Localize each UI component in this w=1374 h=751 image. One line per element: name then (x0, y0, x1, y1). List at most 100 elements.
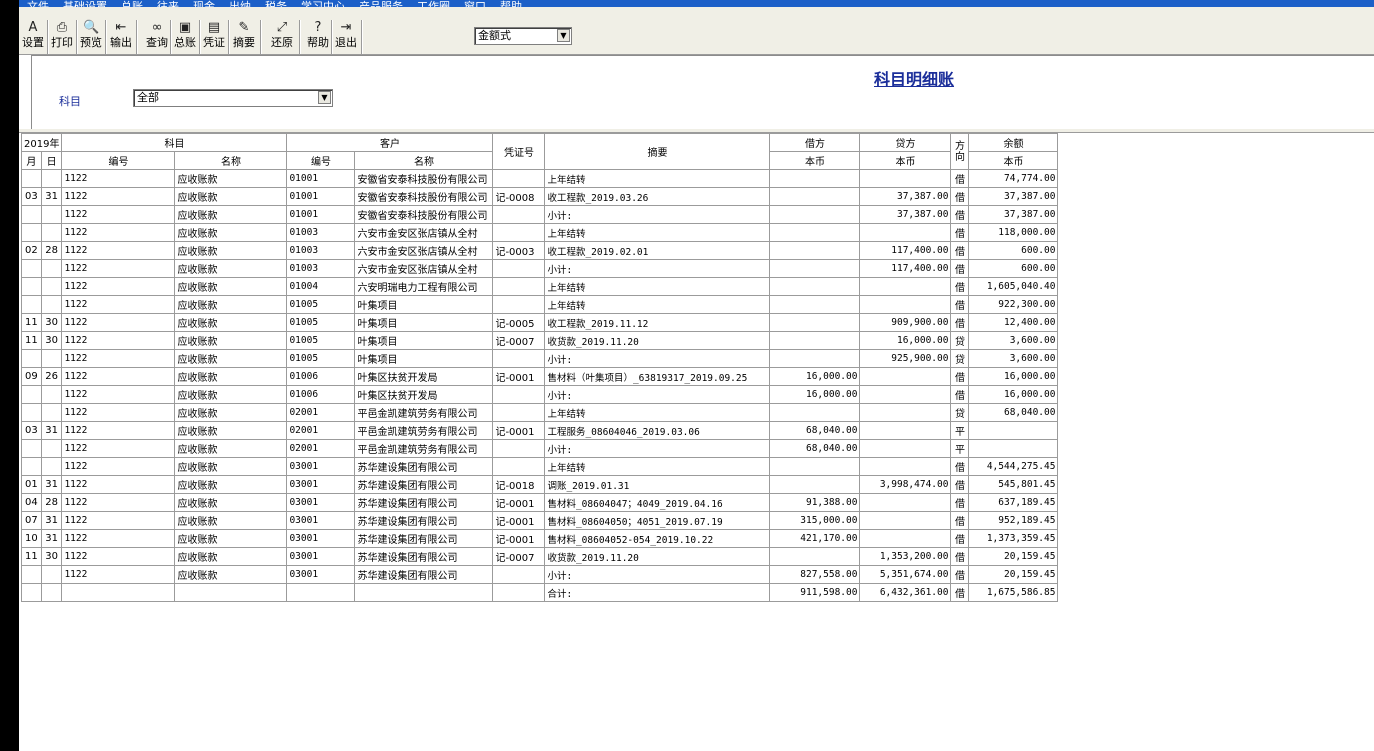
day-cell: 28 (40, 493, 63, 512)
table-row[interactable]: 1122 应收账款 01001 安徽省安泰科技股份有限公司 小计: 37,387.00 借 3… (21, 205, 1059, 224)
month-cell: 10 (21, 529, 42, 548)
ledger-book-icon: ▣ (178, 20, 192, 35)
table-row[interactable]: 09 26 1122 应收账款 01006 叶集区扶贫开发局 记-0001 售材料（叶集项目）… (21, 367, 1059, 386)
toolbar: 金额式 ▼ A 设置 ⎙ 打印 🔍 预览 ⇤ 输出 ∞ 查询 ▣ 总账 ▤ 凭证 ✎ 摘要 ⤢ 还原? 帮助 ⇥ 退出 (19, 7, 1374, 55)
summary-cell: 小计: (544, 385, 771, 404)
table-row[interactable]: 01 31 1122 应收账款 03001 苏华建设集团有限公司 记-0018 调账_2019… (21, 475, 1059, 494)
customer-name-cell: 六安明瑞电力工程有限公司 (354, 277, 494, 296)
debit-cell (769, 403, 861, 422)
balance-cell: 1,373,359.45 (968, 529, 1059, 548)
table-row[interactable]: 1122 应收账款 01006 叶集区扶贫开发局 小计: 16,000.00 借 16,000… (21, 385, 1059, 404)
table-row[interactable]: 07 31 1122 应收账款 03001 苏华建设集团有限公司 记-0001 售材料_086… (21, 511, 1059, 530)
credit-cell (859, 493, 952, 512)
toolbar-separator (170, 20, 172, 54)
format-select[interactable]: 金额式 ▼ (474, 27, 572, 45)
customer-code-cell: 02001 (286, 421, 356, 440)
chevron-down-icon[interactable]: ▼ (318, 91, 331, 104)
month-cell (21, 277, 42, 296)
toolbar-button-7[interactable]: ✎ 摘要 (230, 20, 258, 54)
voucher-cell (492, 403, 546, 422)
direction-cell: 借 (950, 565, 970, 584)
table-row[interactable]: 1122 应收账款 01003 六安市金安区张店镇从全村 上年结转 借 118,000.00 (21, 223, 1059, 242)
toolbar-button-5[interactable]: ▣ 总账 (172, 20, 198, 54)
customer-code-cell: 01005 (286, 313, 356, 332)
window-left-edge (0, 0, 19, 751)
toolbar-button-9[interactable]: ? 帮助 (305, 20, 331, 54)
customer-code-cell: 01003 (286, 223, 356, 242)
toolbar-button-2[interactable]: 🔍 预览 (78, 20, 104, 54)
debit-cell: 91,388.00 (769, 493, 861, 512)
credit-cell: 3,998,474.00 (859, 475, 952, 494)
table-row[interactable]: 1122 应收账款 01005 叶集项目 上年结转 借 922,300.00 (21, 295, 1059, 314)
table-row[interactable]: 03 31 1122 应收账款 01001 安徽省安泰科技股份有限公司 记-0008 收工程款… (21, 187, 1059, 206)
table-row[interactable]: 04 28 1122 应收账款 03001 苏华建设集团有限公司 记-0001 售材料_086… (21, 493, 1059, 512)
credit-cell: 117,400.00 (859, 241, 952, 260)
table-row[interactable]: 02 28 1122 应收账款 01003 六安市金安区张店镇从全村 记-0003 收工程款_… (21, 241, 1059, 260)
table-row[interactable]: 11 30 1122 应收账款 03001 苏华建设集团有限公司 记-0007 收货款_201… (21, 547, 1059, 566)
table-row[interactable]: 1122 应收账款 02001 平邑金凯建筑劳务有限公司 小计: 68,040.00 平 (21, 439, 1059, 458)
month-cell (21, 169, 42, 188)
table-row[interactable]: 10 31 1122 应收账款 03001 苏华建设集团有限公司 记-0001 售材料_086… (21, 529, 1059, 548)
month-cell (21, 223, 42, 242)
subject-code-cell: 1122 (61, 457, 176, 476)
balance-cell: 37,387.00 (968, 187, 1059, 206)
table-row[interactable]: 1122 应收账款 03001 苏华建设集团有限公司 小计: 827,558.00 5,35… (21, 565, 1059, 584)
toolbar-button-4[interactable]: ∞ 查询 (144, 20, 170, 54)
table-row[interactable]: 1122 应收账款 01003 六安市金安区张店镇从全村 小计: 117,400.00 借 6… (21, 259, 1059, 278)
toolbar-button-label: 凭证 (203, 36, 225, 49)
balance-cell: 16,000.00 (968, 385, 1059, 404)
credit-cell: 925,900.00 (859, 349, 952, 368)
voucher-cell: 记-0001 (492, 421, 546, 440)
table-row[interactable]: 1122 应收账款 02001 平邑金凯建筑劳务有限公司 上年结转 贷 68,040.00 (21, 403, 1059, 422)
customer-code-cell: 01006 (286, 385, 356, 404)
table-row[interactable]: 1122 应收账款 01001 安徽省安泰科技股份有限公司 上年结转 借 74,774.00 (21, 169, 1059, 188)
toolbar-button-3[interactable]: ⇤ 输出 (107, 20, 135, 54)
table-row[interactable]: 合计: 911,598.00 6,432,361.00 借 1,675,586.85 (21, 583, 1059, 602)
day-cell (40, 565, 63, 584)
table-row[interactable]: 11 30 1122 应收账款 01005 叶集项目 记-0007 收货款_2019.11.2… (21, 331, 1059, 350)
credit-header: 贷方 (859, 133, 952, 152)
customer-code-cell: 03001 (286, 493, 356, 512)
subject-code-cell: 1122 (61, 259, 176, 278)
day-cell (40, 583, 63, 602)
toolbar-button-6[interactable]: ▤ 凭证 (201, 20, 227, 54)
day-cell: 31 (40, 475, 63, 494)
customer-code-cell: 01001 (286, 205, 356, 224)
day-cell: 30 (40, 313, 63, 332)
direction-cell: 借 (950, 241, 970, 260)
toolbar-button-0[interactable]: A 设置 (21, 20, 45, 54)
credit-cell: 37,387.00 (859, 187, 952, 206)
day-cell: 31 (40, 421, 63, 440)
toolbar-button-label: 输出 (110, 36, 132, 49)
toolbar-button-10[interactable]: ⇥ 退出 (333, 20, 359, 54)
voucher-cell: 记-0008 (492, 187, 546, 206)
chevron-down-icon[interactable]: ▼ (557, 29, 570, 42)
toolbar-button-8[interactable]: ⤢ 还原 (267, 20, 297, 54)
day-header: 日 (40, 151, 63, 170)
month-cell (21, 403, 42, 422)
table-row[interactable]: 1122 应收账款 01005 叶集项目 小计: 925,900.00 贷 3,600.00 (21, 349, 1059, 368)
summary-cell: 收工程款_2019.11.12 (544, 313, 771, 332)
table-row[interactable]: 1122 应收账款 01004 六安明瑞电力工程有限公司 上年结转 借 1,605,040.… (21, 277, 1059, 296)
toolbar-separator (260, 20, 262, 54)
summary-cell: 上年结转 (544, 223, 771, 242)
month-cell (21, 295, 42, 314)
month-cell: 01 (21, 475, 42, 494)
day-cell (40, 439, 63, 458)
table-row[interactable]: 1122 应收账款 03001 苏华建设集团有限公司 上年结转 借 4,544,275.45 (21, 457, 1059, 476)
balance-cell: 637,189.45 (968, 493, 1059, 512)
customer-name-cell: 安徽省安泰科技股份有限公司 (354, 205, 494, 224)
subject-select[interactable]: 全部 ▼ (133, 89, 333, 107)
customer-name-cell: 叶集区扶贫开发局 (354, 385, 494, 404)
table-row[interactable]: 03 31 1122 应收账款 02001 平邑金凯建筑劳务有限公司 记-0001 工程服务_… (21, 421, 1059, 440)
month-cell (21, 583, 42, 602)
customer-code-cell: 01004 (286, 277, 356, 296)
toolbar-button-1[interactable]: ⎙ 打印 (49, 20, 75, 54)
balance-cell (968, 439, 1059, 458)
customer-name-cell: 苏华建设集团有限公司 (354, 457, 494, 476)
table-row[interactable]: 11 30 1122 应收账款 01005 叶集项目 记-0005 收工程款_2019.11.… (21, 313, 1059, 332)
toolbar-button-label: 帮助 (307, 36, 329, 49)
voucher-icon: ▤ (207, 20, 221, 35)
debit-cell (769, 187, 861, 206)
day-cell: 31 (40, 511, 63, 530)
